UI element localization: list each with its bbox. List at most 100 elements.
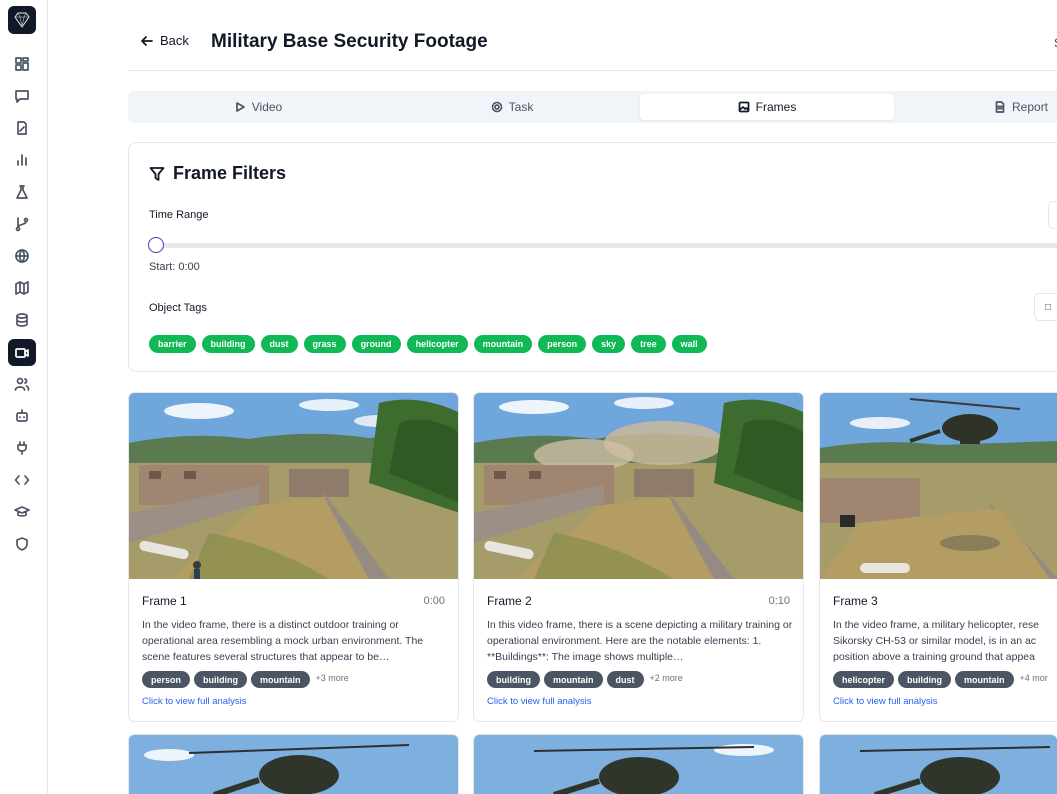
frame-tag: mountain [251,671,310,688]
scene-image [474,393,803,579]
frame-description: In the video frame, a military helicopte… [833,619,1040,663]
select-all-tags-glyph: □ [1045,301,1052,313]
back-button[interactable]: Back [140,33,189,48]
frame-tag: dust [606,671,644,688]
tab-task[interactable]: Task [385,94,639,120]
frame-time: 0:10 [768,595,790,607]
frame-filters-card: Frame Filters Time Range Start: 0:00 Obj… [128,142,1057,372]
frame-card[interactable] [473,734,804,794]
frame-tag: building [194,671,248,688]
shield-icon[interactable] [9,531,35,557]
more-tags: +4 mor [1019,672,1048,683]
more-tags: +3 more [315,672,349,683]
chat-icon[interactable] [9,83,35,109]
tab-label: Video [251,100,283,114]
time-range-slider-thumb[interactable] [148,237,164,253]
tag-filter-grass[interactable]: grass [303,335,346,353]
graduation-cap-icon[interactable] [9,499,35,525]
back-label: Back [160,33,189,48]
frame-thumbnail[interactable] [820,735,1057,794]
view-analysis-link[interactable]: Click to view full analysis [833,696,938,707]
view-analysis-link[interactable]: Click to view full analysis [487,696,592,707]
time-range-slider-track[interactable] [149,243,1057,248]
edit-file-icon[interactable] [9,115,35,141]
settings-icon [491,101,503,113]
git-branch-icon[interactable] [9,211,35,237]
code-icon[interactable] [9,467,35,493]
frame-name: Frame 2 [487,594,532,608]
video-icon[interactable] [8,339,36,366]
frame-thumbnail[interactable] [129,735,458,794]
map-icon[interactable] [9,275,35,301]
tag-filter-helicopter[interactable]: helicopter [406,335,468,353]
view-analysis-link[interactable]: Click to view full analysis [142,696,247,707]
frame-tags: building mountain dust +2 more [487,671,683,688]
flask-icon[interactable] [9,179,35,205]
diamond-logo-icon [14,12,30,28]
frame-thumbnail[interactable] [474,393,803,579]
tag-filter-sky[interactable]: sky [592,335,626,353]
frame-name: Frame 3 [833,594,878,608]
frame-card[interactable]: Frame 2 0:10 In this video frame, there … [473,392,804,722]
frame-thumbnail[interactable] [129,393,458,579]
tab-label: Report [1012,100,1049,114]
start-label: Start: 0:00 [149,261,200,273]
frame-card[interactable] [819,734,1057,794]
frame-tags: helicopter building mountain +4 mor [833,671,1048,688]
frame-tags: person building mountain +3 more [142,671,349,688]
frame-card[interactable]: Frame 1 0:00 In the video frame, there i… [128,392,459,722]
database-icon[interactable] [9,307,35,333]
filter-title-text: Frame Filters [173,163,287,183]
globe-icon[interactable] [9,243,35,269]
tab-label: Task [508,100,534,114]
tab-bar: Video Task Frames Report [128,91,1057,123]
tag-filter-tree[interactable]: tree [631,335,666,353]
document-icon [995,101,1005,113]
arrow-left-icon [141,35,153,46]
dashboard-icon[interactable] [9,51,35,77]
frame-thumbnail[interactable] [474,735,803,794]
tag-filter-building[interactable]: building [201,335,255,353]
bar-chart-icon[interactable] [9,147,35,173]
frame-thumbnail[interactable] [820,393,1057,579]
helicopter-scene-image [474,735,803,794]
frame-card[interactable]: Frame 3 In the video frame, a military h… [819,392,1057,722]
frame-description: In this video frame, there is a scene de… [487,619,793,663]
bot-icon[interactable] [9,403,35,429]
frame-tag: building [898,671,952,688]
helicopter-scene-image [129,735,458,794]
tag-filter-mountain[interactable]: mountain [473,335,533,353]
time-range-control[interactable] [1048,201,1057,229]
frame-name: Frame 1 [142,594,187,608]
tab-label: Frames [755,100,797,114]
time-range-label: Time Range [149,209,209,221]
scene-image [820,393,1057,579]
app-logo[interactable] [8,6,36,34]
tag-filter-ground[interactable]: ground [351,335,401,353]
frame-description: In the video frame, there is a distinct … [142,619,424,663]
tag-filter-person[interactable]: person [538,335,587,353]
filter-title: Frame Filters [149,163,286,184]
object-tags-label: Object Tags [149,302,207,314]
helicopter-scene-image [820,735,1057,794]
frame-card[interactable] [128,734,459,794]
tag-filter-dust[interactable]: dust [260,335,298,353]
page-title: Military Base Security Footage [211,31,488,52]
frame-tag: mountain [955,671,1014,688]
plug-icon[interactable] [9,435,35,461]
select-all-tags-button[interactable]: □ [1034,293,1057,321]
frame-tag: building [487,671,540,688]
tab-report[interactable]: Report [902,94,1057,120]
play-icon [235,102,245,112]
object-tags-list: barrier building dust grass ground helic… [149,335,707,353]
page-header: Back Military Base Security Footage S [128,0,1057,71]
frame-tag: person [142,671,191,688]
image-icon [738,101,750,113]
more-tags: +2 more [649,672,683,683]
tag-filter-barrier[interactable]: barrier [149,335,196,353]
users-icon[interactable] [9,371,35,397]
scene-image [129,393,458,579]
tag-filter-wall[interactable]: wall [671,335,707,353]
tab-video[interactable]: Video [131,94,385,120]
tab-frames[interactable]: Frames [640,94,894,120]
